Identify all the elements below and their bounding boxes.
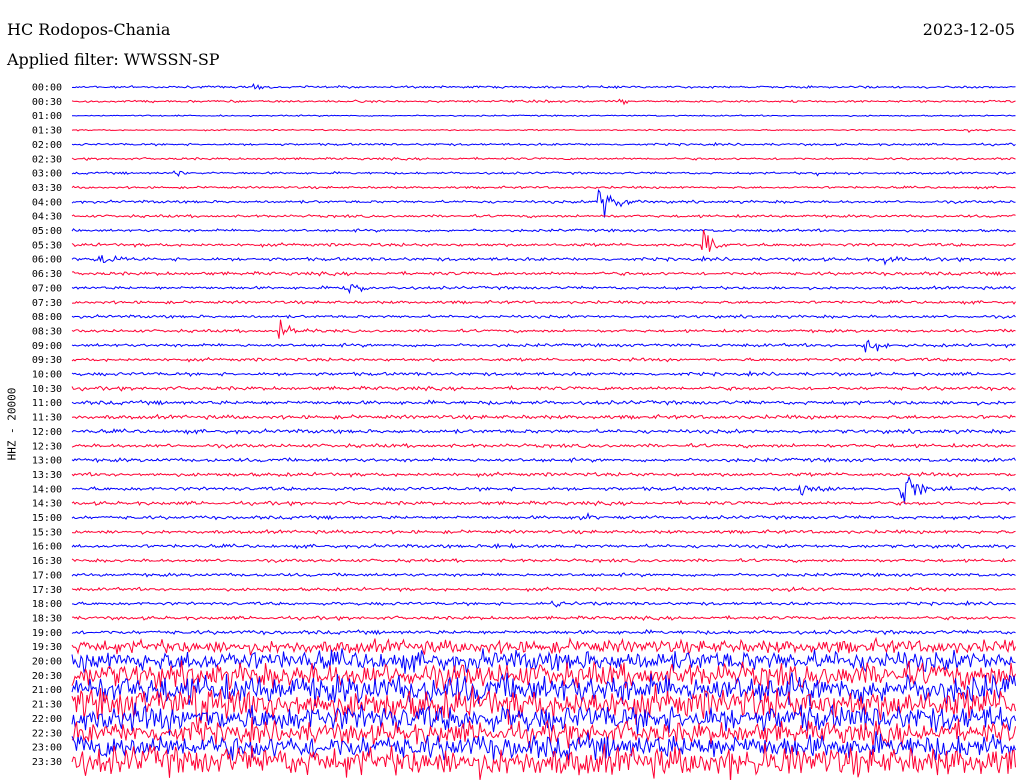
row-time-label: 18:00 — [32, 599, 62, 610]
trace-row — [71, 399, 1016, 406]
trace-row — [71, 339, 1016, 353]
row-time-label: 04:00 — [32, 197, 62, 208]
row-time-label: 12:30 — [32, 441, 62, 452]
trace-row — [71, 600, 1016, 608]
row-time-label: 23:30 — [32, 757, 62, 768]
trace-row — [71, 314, 1016, 320]
trace-row — [71, 255, 1016, 266]
trace-row — [71, 128, 1016, 133]
trace-row — [71, 672, 1016, 707]
trace-row — [71, 83, 1016, 91]
trace-row — [71, 229, 1016, 252]
row-time-label: 14:30 — [32, 499, 62, 510]
seismogram-plot: 00:00 00:30 01:00 01:30 02:00 02:30 03:00 03:30… — [32, 83, 1016, 780]
row-time-label: 08:30 — [32, 326, 62, 337]
row-time-label: 09:00 — [32, 341, 62, 352]
trace-row — [71, 141, 1016, 147]
row-time-label: 07:00 — [32, 283, 62, 294]
trace-row — [71, 185, 1016, 190]
row-time-label: 04:30 — [32, 212, 62, 223]
trace-row — [72, 114, 1016, 118]
trace-row — [71, 370, 1016, 378]
row-time-label: 20:30 — [32, 671, 62, 682]
row-time-label: 00:00 — [32, 83, 62, 94]
trace-row — [71, 542, 1016, 550]
trace-row — [71, 586, 1016, 593]
row-time-label: 15:00 — [32, 513, 62, 524]
trace-row — [71, 413, 1016, 421]
row-time-label: 13:30 — [32, 470, 62, 481]
row-time-label: 21:00 — [32, 685, 62, 696]
trace-row — [71, 170, 1016, 177]
row-time-label: 01:00 — [32, 111, 62, 122]
trace-row — [71, 98, 1016, 106]
row-time-label: 00:30 — [32, 97, 62, 108]
trace-row — [71, 629, 1016, 636]
row-time-label: 16:00 — [32, 542, 62, 553]
trace-row — [71, 384, 1016, 392]
trace-row — [71, 636, 1016, 656]
trace-row — [71, 270, 1016, 277]
row-time-label: 14:00 — [32, 484, 62, 495]
trace-row — [71, 528, 1016, 535]
trace-row — [71, 442, 1016, 449]
row-time-label: 05:00 — [32, 226, 62, 237]
row-time-label: 03:00 — [32, 169, 62, 180]
row-time-label: 09:30 — [32, 355, 62, 366]
trace-row — [71, 557, 1016, 564]
trace-row — [71, 471, 1016, 478]
row-time-label: 17:00 — [32, 570, 62, 581]
row-time-label: 08:00 — [32, 312, 62, 323]
row-time-label: 18:30 — [32, 613, 62, 624]
row-time-label: 22:00 — [32, 714, 62, 725]
row-time-label: 20:00 — [32, 657, 62, 668]
trace-row — [71, 457, 1016, 464]
trace-row — [71, 428, 1016, 435]
trace-row — [71, 356, 1016, 363]
row-time-label: 19:30 — [32, 642, 62, 653]
trace-row — [71, 319, 1016, 339]
row-time-label: 02:30 — [32, 154, 62, 165]
trace-row — [71, 499, 1016, 507]
row-time-label: 01:30 — [32, 126, 62, 137]
row-time-label: 03:30 — [32, 183, 62, 194]
row-time-label: 11:00 — [32, 398, 62, 409]
trace-row — [71, 228, 1016, 233]
trace-row — [71, 614, 1016, 622]
trace-row — [71, 188, 1016, 218]
row-time-label: 07:30 — [32, 298, 62, 309]
row-time-label: 15:30 — [32, 527, 62, 538]
trace-row — [71, 572, 1016, 578]
row-time-label: 19:00 — [32, 628, 62, 639]
row-time-label: 12:00 — [32, 427, 62, 438]
row-time-label: 16:30 — [32, 556, 62, 567]
row-time-label: 17:30 — [32, 585, 62, 596]
trace-row — [71, 475, 1016, 504]
row-time-label: 10:30 — [32, 384, 62, 395]
row-time-label: 05:30 — [32, 240, 62, 251]
row-time-label: 02:00 — [32, 140, 62, 151]
row-time-label: 06:30 — [32, 269, 62, 280]
trace-row — [71, 213, 1016, 219]
row-time-label: 11:30 — [32, 413, 62, 424]
row-time-label: 21:30 — [32, 700, 62, 711]
trace-row — [71, 299, 1016, 306]
row-time-label: 23:00 — [32, 743, 62, 754]
row-time-label: 13:00 — [32, 456, 62, 467]
row-time-label: 10:00 — [32, 370, 62, 381]
trace-row — [71, 284, 1016, 295]
trace-row — [71, 512, 1016, 521]
row-time-label: 22:30 — [32, 728, 62, 739]
row-time-label: 06:00 — [32, 255, 62, 266]
trace-row — [71, 156, 1016, 161]
